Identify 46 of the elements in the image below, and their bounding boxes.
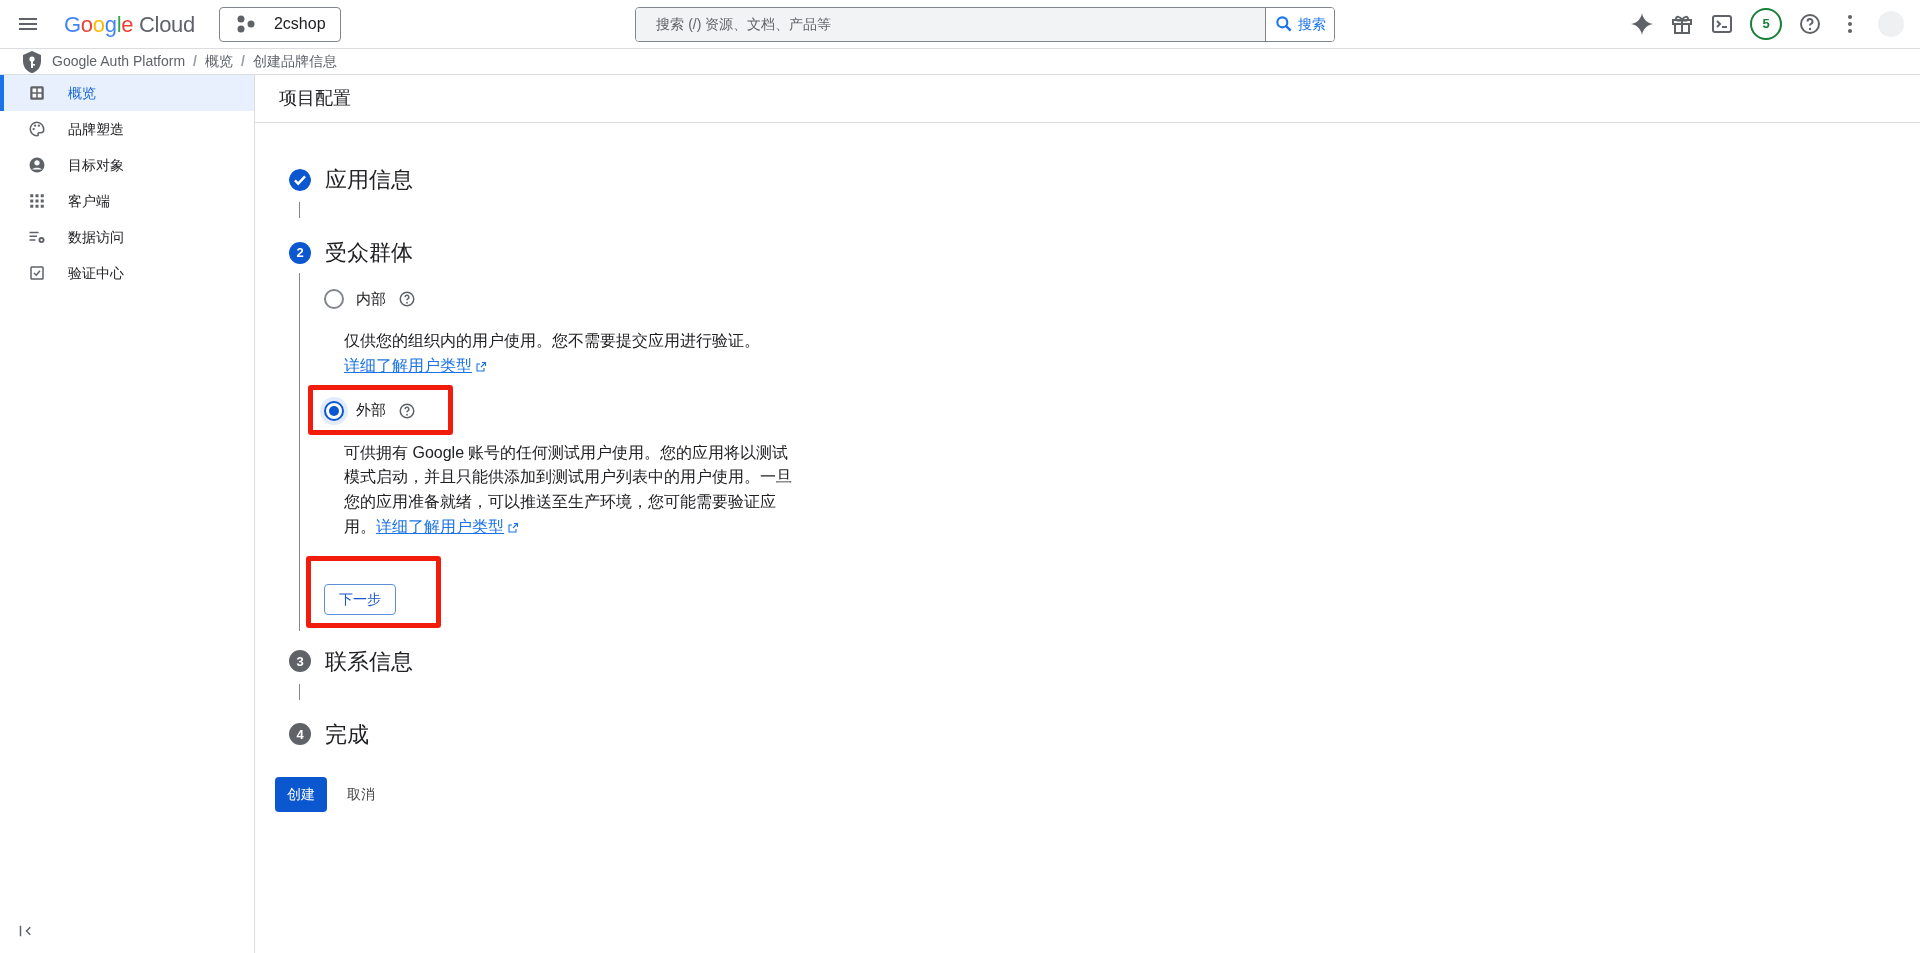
sidebar-item[interactable]: 目标对象 bbox=[0, 147, 254, 183]
step-number: 2 bbox=[289, 241, 311, 264]
breadcrumb-link[interactable]: Google Auth Platform bbox=[52, 51, 186, 72]
shield-key-icon bbox=[20, 49, 44, 74]
terminal-icon[interactable] bbox=[1710, 12, 1734, 36]
sparkle-icon[interactable] bbox=[1630, 12, 1654, 36]
palette-icon bbox=[28, 120, 46, 138]
sidebar-item[interactable]: 品牌塑造 bbox=[0, 111, 254, 147]
breadcrumb-link[interactable]: 创建品牌信息 bbox=[252, 51, 337, 72]
breadcrumb-separator: / bbox=[193, 52, 197, 71]
breadcrumb-separator: / bbox=[240, 52, 245, 71]
sidebar-item[interactable]: 概览 bbox=[0, 75, 254, 111]
external-link-icon bbox=[507, 521, 519, 534]
learn-more-link[interactable]: 详细了解用户类型 bbox=[344, 356, 487, 374]
create-button[interactable]: 创建 bbox=[275, 776, 327, 812]
dashboard-icon bbox=[28, 84, 46, 102]
notification-count[interactable]: 5 bbox=[1750, 8, 1782, 40]
sidebar-item[interactable]: 验证中心 bbox=[0, 255, 254, 291]
option-description: 仅供您的组织内的用户使用。您不需要提交应用进行验证。 详细了解用户类型 bbox=[344, 331, 761, 376]
step-number: 4 bbox=[289, 723, 311, 746]
learn-more-link[interactable]: 详细了解用户类型 bbox=[376, 518, 519, 535]
cancel-button[interactable]: 取消 bbox=[335, 776, 387, 812]
radio-button[interactable] bbox=[324, 400, 344, 421]
next-button[interactable]: 下一步 bbox=[324, 583, 396, 615]
search-button[interactable]: 搜索 bbox=[1265, 7, 1335, 41]
breadcrumb-link[interactable]: 概览 bbox=[204, 51, 233, 72]
person-icon bbox=[28, 156, 46, 174]
option-label: 外部 bbox=[356, 400, 386, 421]
option-description: 可供拥有 Google 账号的任何测试用户使用。您的应用将以测试模式启动，并且只能供添加到测试用户列表中的用户使用。一旦您的应用准备就绪，可以推送至生产环境，您可能需要验证应用。详细了解用户类型 bbox=[344, 442, 793, 537]
project-picker[interactable]: 2cshop bbox=[218, 6, 341, 42]
step-title: 应用信息 bbox=[325, 166, 413, 194]
step-title: 受众群体 bbox=[325, 239, 413, 267]
grid-icon bbox=[28, 192, 46, 210]
radio-button[interactable] bbox=[324, 289, 344, 309]
search-field[interactable]: 搜索 (/) 资源、文档、产品等 搜索 bbox=[635, 6, 1336, 42]
step-number: 3 bbox=[289, 650, 311, 673]
page-title: 项目配置 bbox=[255, 75, 1920, 123]
sidebar-item[interactable]: 数据访问 bbox=[0, 219, 254, 255]
external-link-icon bbox=[475, 360, 487, 373]
option-label: 内部 bbox=[356, 288, 386, 309]
help-icon[interactable] bbox=[1798, 12, 1822, 36]
sidebar-item[interactable]: 客户端 bbox=[0, 183, 254, 219]
step-title: 联系信息 bbox=[325, 647, 413, 676]
logo[interactable]: Google Cloud bbox=[64, 7, 195, 41]
checkbox-icon bbox=[28, 264, 46, 282]
step-title: 完成 bbox=[325, 720, 369, 749]
